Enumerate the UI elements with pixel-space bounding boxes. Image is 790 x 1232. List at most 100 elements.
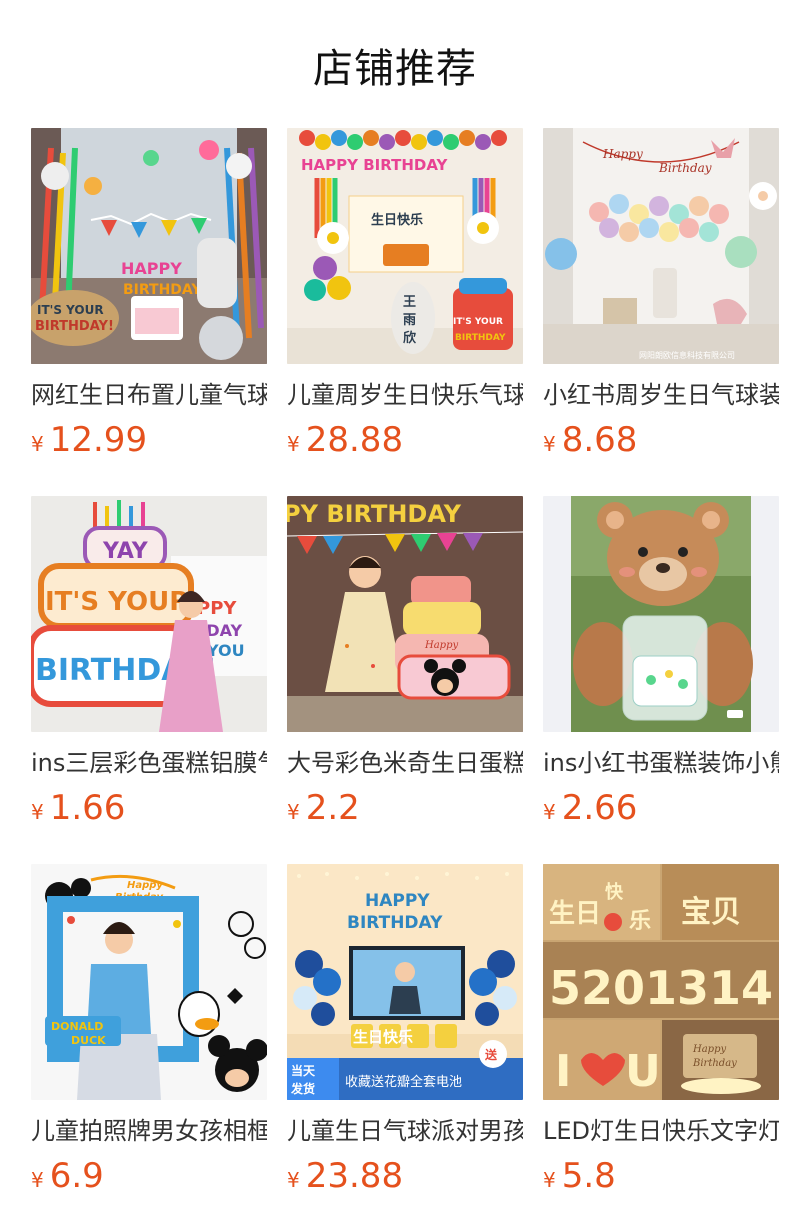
shop-recommendations-page: 店铺推荐 HAPPY BIRTHDAY IT'S YOUR BIRTHDAY! … [0,0,790,1232]
mickey-cake-photo-icon: PY BIRTHDAY Happy [287,496,523,732]
currency-symbol: ¥ [31,1168,44,1192]
product-price: ¥8.68 [543,420,779,460]
currency-symbol: ¥ [543,800,556,824]
product-name[interactable]: ins小红书蛋糕装饰小熊气球 [543,747,779,779]
svg-text:生日快乐: 生日快乐 [353,1028,413,1046]
product-image[interactable]: HAPPY BIRTHDAY 生日快乐 当天 发货 收藏送花瓣全套电池 送 [287,864,523,1100]
svg-text:雨: 雨 [403,313,416,328]
svg-text:欣: 欣 [403,330,417,346]
svg-text:乐: 乐 [629,909,651,934]
product-card[interactable]: HAPPY BIRTHDAY IT'S YOUR BIRTHDAY! 网红生日布… [31,128,267,464]
product-image[interactable]: Happy Birthday DONALD DUCK [31,864,267,1100]
product-price: ¥23.88 [287,1156,523,1196]
product-image[interactable]: HAPPY BIRTHDAY 生日快乐 王 雨 欣 IT'S YOUR BIRT… [287,128,523,364]
svg-text:BIRTHDAY: BIRTHDAY [123,282,202,298]
product-card[interactable]: HAPPY BIRTHDAY 生日快乐 王 雨 欣 IT'S YOUR BIRT… [287,128,523,464]
product-price: ¥1.66 [31,788,267,828]
svg-text:Happy: Happy [424,640,458,651]
currency-symbol: ¥ [287,1168,300,1192]
product-card[interactable]: ins小红书蛋糕装饰小熊气球 ¥2.66 [543,496,779,832]
svg-text:当天: 当天 [291,1063,316,1078]
birthday-wall-photo-icon: HAPPY BIRTHDAY 生日快乐 王 雨 欣 IT'S YOUR BIRT… [287,128,523,364]
product-price: ¥5.8 [543,1156,779,1196]
price-value: 28.88 [305,420,404,460]
product-name[interactable]: 小红书周岁生日气球装饰 [543,379,779,411]
svg-text:Happy: Happy [127,880,163,891]
product-price: ¥6.9 [31,1156,267,1196]
product-price: ¥2.2 [287,788,523,828]
svg-text:PY BIRTHDAY: PY BIRTHDAY [287,500,462,528]
product-image[interactable]: Happy Birthday 网阳朗欧信息科技有限公司 [543,128,779,364]
svg-text:生日快乐: 生日快乐 [371,212,423,228]
svg-text:U: U [625,1046,661,1097]
product-image[interactable]: PPY HDAY YOU YAY IT'S YOUR BIRTHDAY! [31,496,267,732]
svg-text:Happy: Happy [692,1044,726,1055]
section-title: 店铺推荐 [313,46,477,92]
product-card[interactable]: Happy Birthday DONALD DUCK 儿童拍照牌男女孩相框 ¥ … [31,864,267,1200]
product-image[interactable] [543,496,779,732]
product-name[interactable]: 儿童拍照牌男女孩相框 [31,1115,267,1147]
price-value: 6.9 [49,1156,104,1196]
product-price: ¥2.66 [543,788,779,828]
svg-text:5201314: 5201314 [549,961,773,1015]
product-card[interactable]: HAPPY BIRTHDAY 生日快乐 当天 发货 收藏送花瓣全套电池 送 儿童… [287,864,523,1200]
svg-text:快: 快 [605,881,624,903]
svg-text:Birthday: Birthday [692,1058,737,1069]
svg-text:王: 王 [403,295,416,310]
svg-text:YAY: YAY [102,539,149,564]
product-name[interactable]: 网红生日布置儿童气球 [31,379,267,411]
svg-text:HAPPY BIRTHDAY: HAPPY BIRTHDAY [301,156,449,174]
svg-text:DONALD: DONALD [51,1020,103,1033]
svg-text:宝贝: 宝贝 [681,895,741,930]
product-name[interactable]: 儿童周岁生日快乐气球 [287,379,523,411]
svg-text:BIRTHDAY!: BIRTHDAY! [35,319,114,334]
svg-text:HAPPY: HAPPY [121,259,182,278]
party-set-photo-icon: HAPPY BIRTHDAY 生日快乐 当天 发货 收藏送花瓣全套电池 送 [287,864,523,1100]
svg-text:DUCK: DUCK [71,1034,106,1047]
product-image[interactable]: 生日 快 乐 宝贝 5201314 I U Happy Birthday [543,864,779,1100]
currency-symbol: ¥ [543,1168,556,1192]
product-card[interactable]: Happy Birthday 网阳朗欧信息科技有限公司 小红书周岁生日气球装 ¥… [543,128,779,464]
svg-text:收藏送花瓣全套电池: 收藏送花瓣全套电池 [345,1074,462,1090]
svg-text:BIRTHDAY: BIRTHDAY [347,913,443,933]
svg-text:网阳朗欧信息科技有限公司: 网阳朗欧信息科技有限公司 [639,350,735,360]
svg-text:IT'S YOUR: IT'S YOUR [453,317,503,327]
currency-symbol: ¥ [31,432,44,456]
product-card[interactable]: PY BIRTHDAY Happy 大号彩色米奇生日蛋糕 ¥ 2.2 [287,496,523,832]
product-grid: HAPPY BIRTHDAY IT'S YOUR BIRTHDAY! 网红生日布… [31,128,779,1200]
svg-text:送: 送 [484,1047,498,1062]
svg-text:I: I [555,1046,571,1097]
photo-frame-photo-icon: Happy Birthday DONALD DUCK [31,864,267,1100]
product-name[interactable]: 大号彩色米奇生日蛋糕气球 [287,747,523,779]
currency-symbol: ¥ [287,432,300,456]
currency-symbol: ¥ [31,800,44,824]
svg-text:Birthday: Birthday [658,161,712,175]
currency-symbol: ¥ [287,800,300,824]
price-value: 23.88 [305,1156,404,1196]
product-name[interactable]: ins三层彩色蛋糕铝膜气球 [31,747,267,779]
bear-balloon-photo-icon [543,496,779,732]
svg-text:Happy: Happy [602,147,643,161]
svg-text:IT'S YOUR: IT'S YOUR [37,303,104,317]
svg-text:生日: 生日 [549,899,601,929]
currency-symbol: ¥ [543,432,556,456]
price-value: 2.66 [561,788,638,828]
product-name[interactable]: 儿童生日气球派对男孩装饰 [287,1115,523,1147]
price-value: 12.99 [49,420,148,460]
product-card[interactable]: 生日 快 乐 宝贝 5201314 I U Happy Birthday LED… [543,864,779,1200]
product-image[interactable]: PY BIRTHDAY Happy [287,496,523,732]
product-price: ¥12.99 [31,420,267,460]
price-value: 5.8 [561,1156,616,1196]
product-price: ¥28.88 [287,420,523,460]
svg-text:发货: 发货 [290,1081,315,1096]
led-letters-photo-icon: 生日 快 乐 宝贝 5201314 I U Happy Birthday [543,864,779,1100]
product-card[interactable]: PPY HDAY YOU YAY IT'S YOUR BIRTHDAY! ins… [31,496,267,832]
product-image[interactable]: HAPPY BIRTHDAY IT'S YOUR BIRTHDAY! [31,128,267,364]
svg-text:IT'S YOUR: IT'S YOUR [45,587,189,617]
svg-text:HAPPY: HAPPY [365,891,430,911]
cake-balloon-photo-icon: PPY HDAY YOU YAY IT'S YOUR BIRTHDAY! [31,496,267,732]
price-value: 1.66 [49,788,126,828]
product-name[interactable]: LED灯生日快乐文字灯 [543,1115,779,1147]
balloon-room-photo-icon: Happy Birthday 网阳朗欧信息科技有限公司 [543,128,779,364]
svg-text:BIRTHDAY: BIRTHDAY [455,333,506,343]
